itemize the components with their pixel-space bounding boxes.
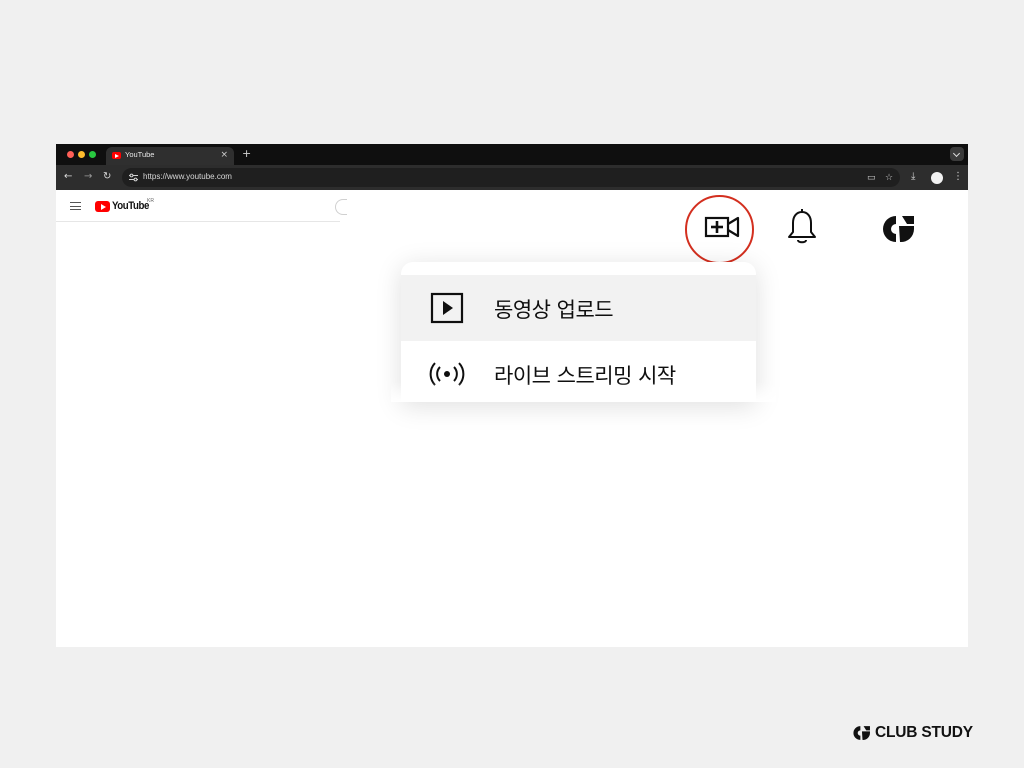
cast-icon[interactable]: ▭ (867, 173, 876, 183)
new-tab-button[interactable]: + (242, 147, 251, 161)
watermark-text: CLUB STUDY (875, 724, 973, 741)
region-code: KR (147, 198, 154, 204)
address-toolbar: ← → ↻ https://www.youtube.com ▭ ☆ ⤓ ⋮ (56, 165, 968, 190)
profile-avatar-icon[interactable] (931, 172, 943, 184)
download-icon[interactable]: ⤓ (911, 171, 915, 183)
url-text[interactable]: https://www.youtube.com (143, 172, 232, 181)
menu-item-label: 동영상 업로드 (494, 298, 614, 322)
maximize-window-button[interactable] (89, 151, 96, 158)
browser-window: YouTube × + ← → ↻ https://www.youtube.co… (56, 144, 968, 647)
youtube-logo-text[interactable]: YouTube (112, 200, 149, 212)
menu-fade-overlay (391, 382, 776, 402)
highlight-circle (685, 195, 754, 264)
back-arrow-icon[interactable]: ← (64, 171, 72, 183)
create-dropdown-menu: 동영상 업로드 라이브 스트리밍 시작 (401, 262, 756, 402)
close-window-button[interactable] (67, 151, 74, 158)
forward-arrow-icon[interactable]: → (84, 171, 92, 183)
youtube-masthead: YouTube KR (56, 190, 347, 222)
search-box-edge[interactable] (335, 199, 347, 215)
avatar[interactable] (883, 214, 917, 244)
tab-youtube[interactable]: YouTube × (106, 147, 234, 165)
youtube-logo-icon[interactable] (95, 201, 110, 212)
play-box-icon (430, 292, 464, 324)
address-bar[interactable]: https://www.youtube.com ▭ ☆ (122, 168, 900, 187)
tab-bar: YouTube × + (56, 144, 968, 165)
bookmark-star-icon[interactable]: ☆ (885, 173, 893, 183)
more-vert-icon[interactable]: ⋮ (953, 171, 963, 183)
youtube-favicon-icon (112, 152, 121, 159)
bell-icon[interactable] (784, 208, 820, 248)
club-study-logo-icon (853, 726, 870, 740)
menu-item-upload-video[interactable]: 동영상 업로드 (401, 275, 756, 341)
tab-search-chevron-icon[interactable] (950, 147, 964, 161)
site-settings-icon[interactable] (128, 172, 139, 183)
club-study-watermark: CLUB STUDY (853, 724, 989, 742)
tab-title: YouTube (125, 150, 155, 159)
menu-icon[interactable] (70, 202, 81, 210)
tab-close-icon[interactable]: × (220, 149, 228, 161)
minimize-window-button[interactable] (78, 151, 85, 158)
reload-icon[interactable]: ↻ (103, 171, 111, 183)
